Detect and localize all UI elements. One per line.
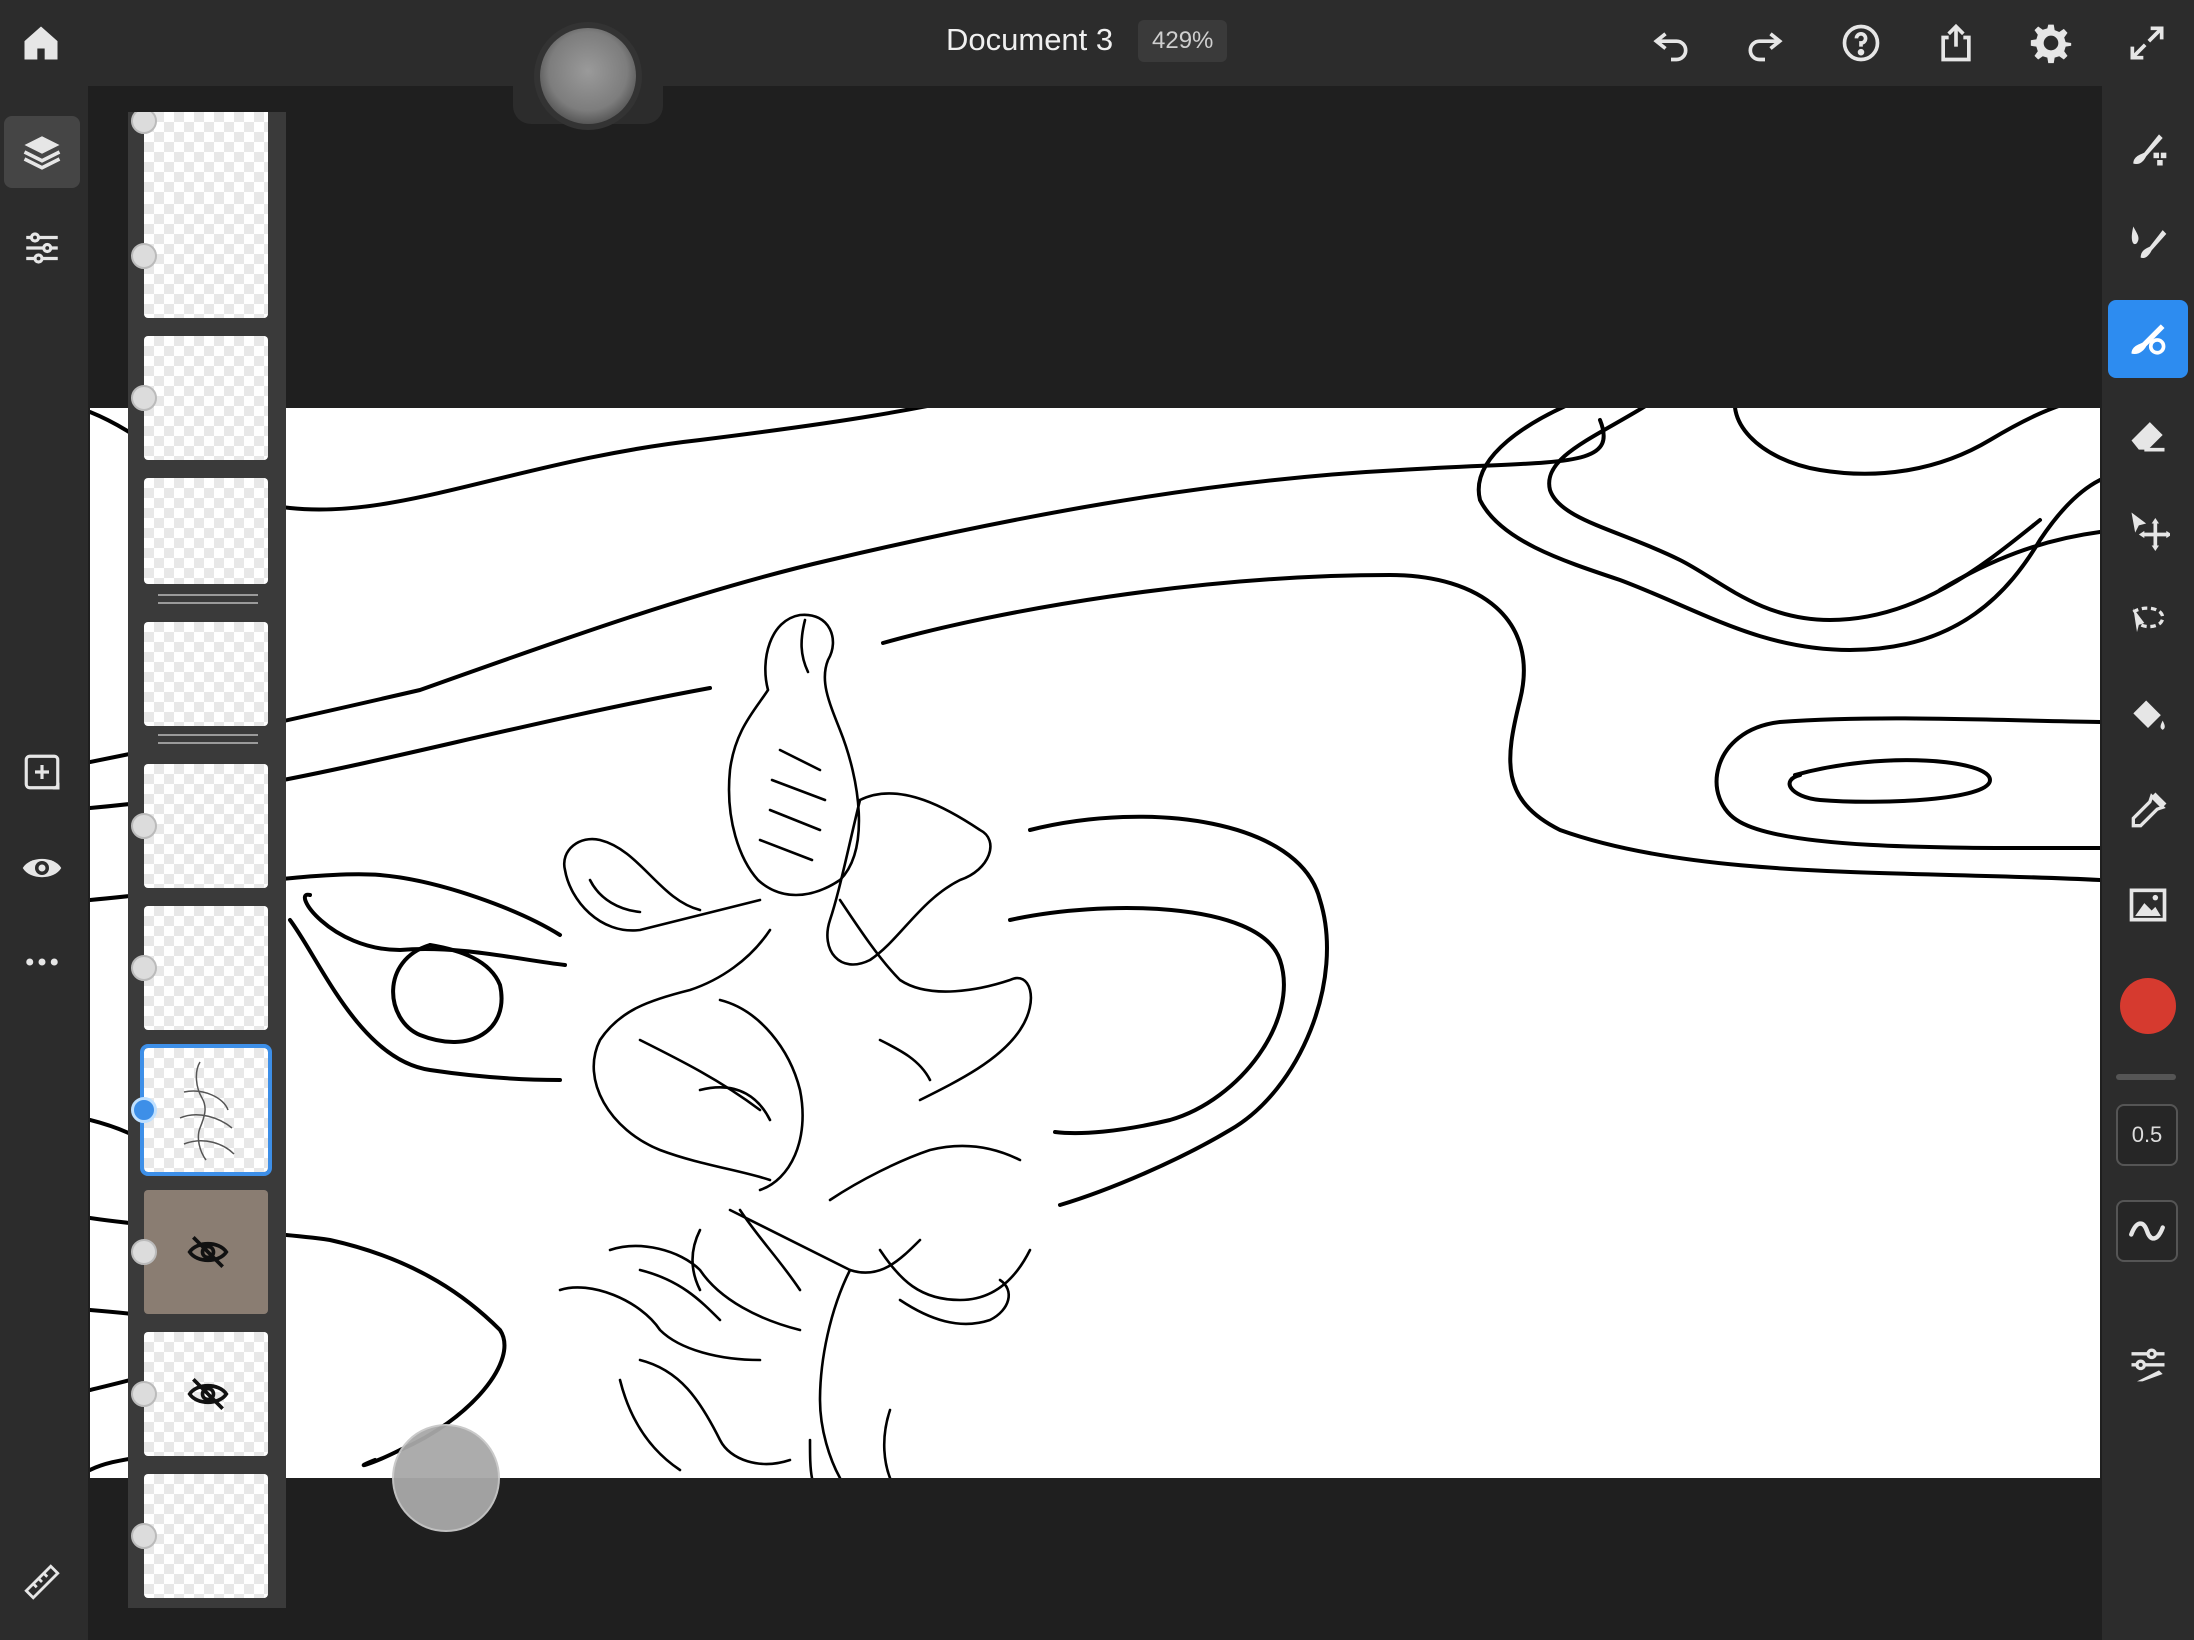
layer-thumbnail[interactable]	[144, 336, 268, 460]
layer-thumbnail[interactable]	[144, 478, 268, 584]
layer-thumbnail-selected[interactable]	[140, 1044, 272, 1176]
document-title[interactable]: Document 3	[946, 22, 1113, 58]
home-icon[interactable]	[10, 12, 72, 74]
image-layer-icon[interactable]	[131, 1523, 157, 1549]
touch-shortcut-button[interactable]	[392, 1424, 500, 1532]
zoom-level[interactable]: 429%	[1138, 20, 1228, 62]
transform-icon[interactable]	[2108, 490, 2188, 568]
brush-size-value[interactable]: 0.5	[2116, 1104, 2178, 1166]
layer-thumbnail[interactable]	[144, 622, 268, 726]
settings-icon[interactable]	[2020, 12, 2082, 74]
eraser-icon[interactable]	[2108, 396, 2188, 474]
layer-thumbnail[interactable]	[144, 1190, 268, 1314]
layer-thumbnail[interactable]	[144, 194, 268, 318]
color-swatch[interactable]	[2120, 978, 2176, 1034]
right-toolbar	[2102, 86, 2194, 1640]
group-divider	[158, 602, 258, 604]
brush-settings-icon[interactable]	[2108, 1324, 2188, 1402]
redo-icon[interactable]	[1734, 12, 1796, 74]
lasso-icon[interactable]	[2108, 584, 2188, 662]
visibility-icon[interactable]	[4, 832, 80, 904]
hidden-eye-icon[interactable]	[186, 1230, 230, 1274]
hidden-eye-icon[interactable]	[186, 1372, 230, 1416]
live-brush-icon[interactable]	[2108, 204, 2188, 282]
eyedropper-icon[interactable]	[2108, 772, 2188, 850]
vector-brush-icon[interactable]	[2108, 300, 2188, 378]
layers-panel	[128, 112, 286, 1608]
ruler-icon[interactable]	[4, 1546, 80, 1618]
adjustments-icon[interactable]	[4, 212, 80, 284]
left-toolbar	[0, 86, 88, 1640]
drawing-canvas[interactable]	[90, 408, 2100, 1478]
undo-icon[interactable]	[1640, 12, 1702, 74]
more-icon[interactable]	[4, 926, 80, 998]
layer-preview	[179, 1061, 235, 1161]
layer-thumbnail[interactable]	[144, 1332, 268, 1456]
toolbar-divider	[2116, 1074, 2176, 1080]
smoothing-icon[interactable]	[2116, 1200, 2178, 1262]
pixel-brush-icon[interactable]	[2108, 110, 2188, 188]
group-divider	[158, 594, 258, 596]
group-divider	[158, 734, 258, 736]
group-divider	[158, 742, 258, 744]
touch-modifier-button[interactable]	[540, 28, 636, 124]
layer-thumbnail[interactable]	[144, 1474, 268, 1598]
top-bar: Document 3 429%	[0, 0, 2194, 86]
share-icon[interactable]	[1925, 12, 1987, 74]
fill-icon[interactable]	[2108, 678, 2188, 756]
image-icon[interactable]	[2108, 866, 2188, 944]
layer-thumbnail[interactable]	[144, 906, 268, 1030]
help-icon[interactable]	[1830, 12, 1892, 74]
layer-thumbnail[interactable]	[144, 764, 268, 888]
layer-select-radio[interactable]	[131, 1381, 157, 1407]
layers-icon[interactable]	[4, 116, 80, 188]
image-layer-icon[interactable]	[131, 1239, 157, 1265]
layer-select-radio-selected[interactable]	[131, 1097, 157, 1123]
fullscreen-icon[interactable]	[2116, 12, 2178, 74]
add-layer-icon[interactable]	[4, 736, 80, 808]
layer-select-radio[interactable]	[131, 385, 157, 411]
layer-select-radio[interactable]	[131, 813, 157, 839]
layer-select-radio[interactable]	[131, 955, 157, 981]
layer-select-radio[interactable]	[131, 243, 157, 269]
